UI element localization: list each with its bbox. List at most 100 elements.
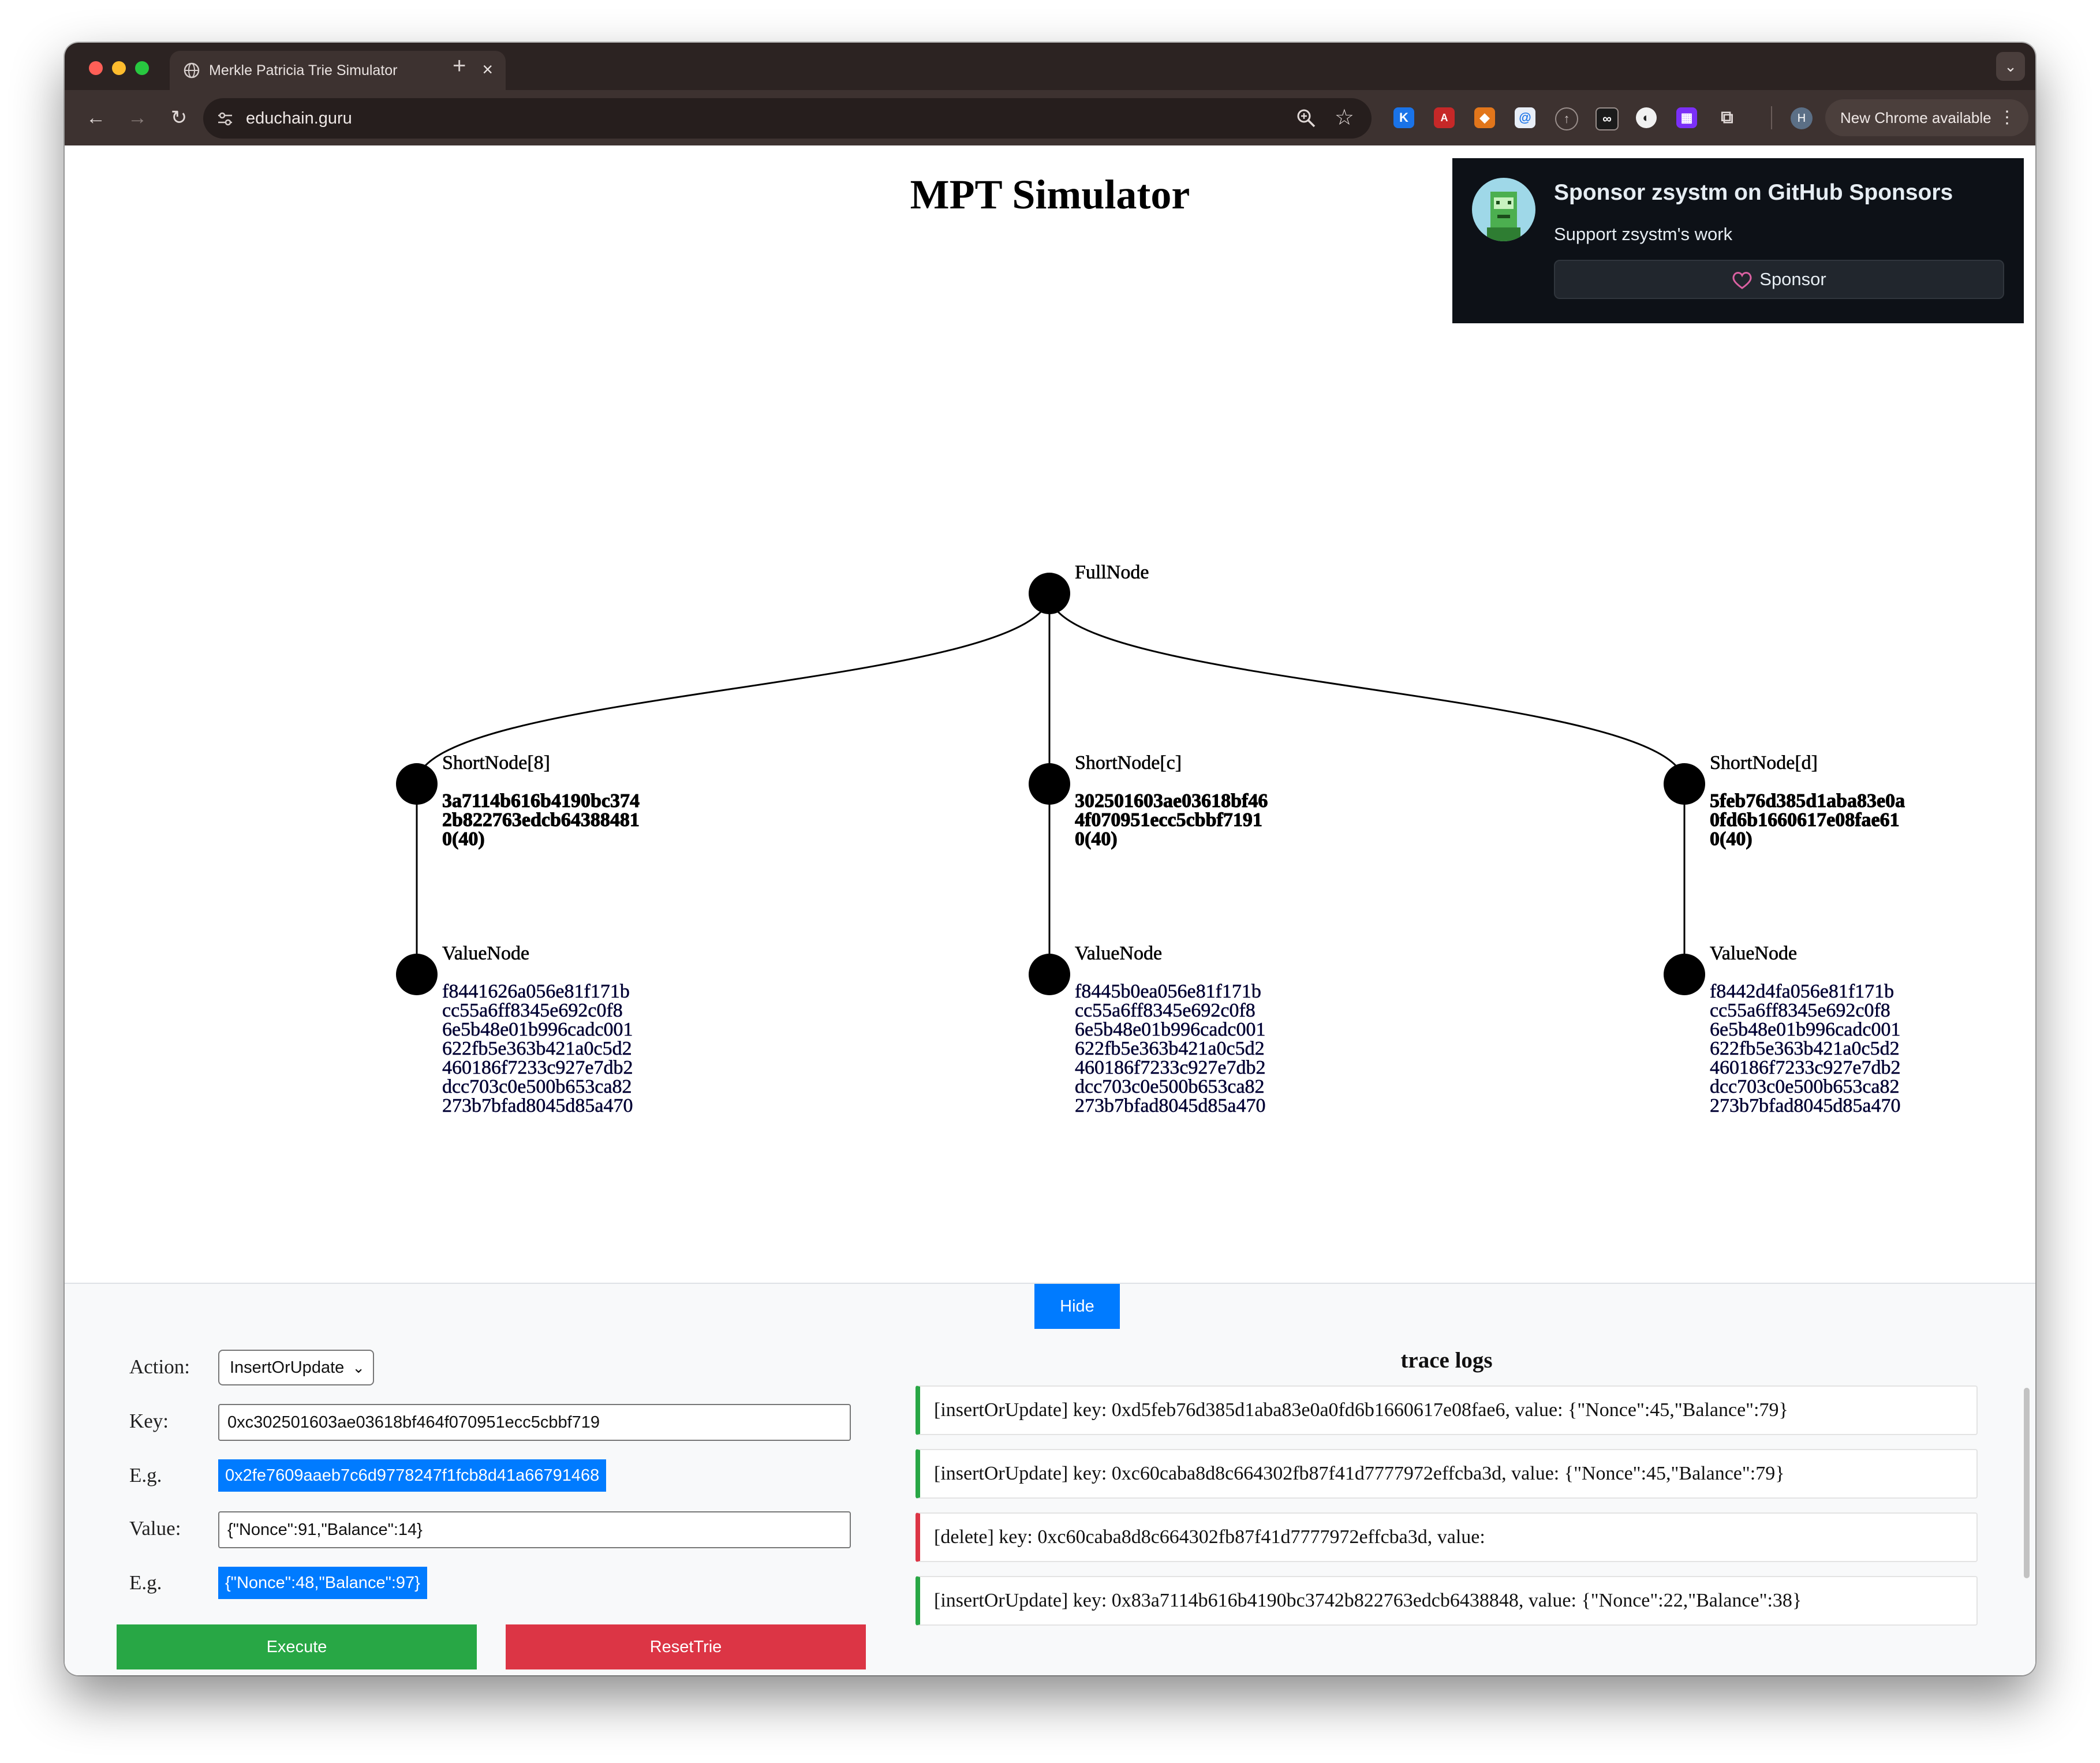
github-sponsor-widget: Sponsor zsystm on GitHub Sponsors Suppor… bbox=[1452, 158, 2024, 323]
chrome-update-button[interactable]: New Chrome available ⋮ bbox=[1825, 99, 2028, 136]
valuenode-circle bbox=[1029, 954, 1070, 995]
shortnode-key-line: 0(40) bbox=[442, 828, 485, 850]
key-example-label: E.g. bbox=[129, 1464, 162, 1486]
shortnode-key-line: 0fd6b1660617e08fae61 bbox=[1710, 809, 1900, 831]
shortnode-label: ShortNode[d] bbox=[1710, 752, 1818, 774]
sponsor-title: Sponsor zsystm on GitHub Sponsors bbox=[1554, 180, 1953, 205]
valuenode-data-line: 6e5b48e01b996cadc001 bbox=[1075, 1019, 1265, 1040]
back-icon[interactable]: ← bbox=[83, 105, 109, 130]
key-label: Key: bbox=[129, 1410, 169, 1432]
valuenode-data-line: cc55a6ff8345e692c0f8 bbox=[1710, 1000, 1890, 1021]
address-bar[interactable]: educhain.guru ☆ bbox=[203, 98, 1372, 139]
hide-button[interactable]: Hide bbox=[1034, 1284, 1120, 1329]
extension-glasses-icon[interactable]: ∞ bbox=[1595, 107, 1619, 130]
valuenode-data-line: cc55a6ff8345e692c0f8 bbox=[1075, 1000, 1255, 1021]
maximize-window-button[interactable] bbox=[135, 61, 149, 75]
value-example-chip[interactable]: {"Nonce":48,"Balance":97} bbox=[218, 1567, 427, 1599]
log-entry: [insertOrUpdate] key: 0xd5feb76d385d1aba… bbox=[916, 1385, 1978, 1435]
valuenode-data-line: f8442d4fa056e81f171b bbox=[1710, 981, 1894, 1002]
close-window-button[interactable] bbox=[89, 61, 103, 75]
extension-globe-icon[interactable]: @ bbox=[1515, 107, 1535, 128]
shortnode-label: ShortNode[8] bbox=[442, 752, 550, 774]
zoom-icon[interactable] bbox=[1295, 107, 1317, 129]
tab-search-button[interactable]: ⌄ bbox=[1996, 52, 2025, 81]
sponsor-subtitle: Support zsystm's work bbox=[1554, 224, 1733, 244]
valuenode-label: ValueNode bbox=[1075, 943, 1162, 964]
control-panel: Hide Action: InsertOrUpdate ⌄ Key: 0xc30… bbox=[65, 1283, 2035, 1675]
extension-circle-icon[interactable]: ↑ bbox=[1555, 107, 1578, 130]
pixel-avatar-icon bbox=[1472, 178, 1535, 241]
browser-toolbar: ← → ↻ educhain.guru ☆ K A ◆ @ ↑ ∞ ◐ ▦ ⧉ … bbox=[65, 90, 2035, 145]
chevron-down-icon: ⌄ bbox=[352, 1359, 365, 1376]
valuenode-label: ValueNode bbox=[442, 943, 529, 964]
valuenode-data-line: 273b7bfad8045d85a470 bbox=[442, 1095, 633, 1116]
sponsor-button-label: Sponsor bbox=[1759, 269, 1826, 289]
value-label: Value: bbox=[129, 1517, 181, 1540]
valuenode-data-line: f8445b0ea056e81f171b bbox=[1075, 981, 1261, 1002]
shortnode-key-line: 302501603ae03618bf46 bbox=[1075, 790, 1268, 812]
action-select[interactable]: InsertOrUpdate ⌄ bbox=[218, 1350, 374, 1385]
valuenode-circle bbox=[1664, 954, 1705, 995]
valuenode-data-line: 273b7bfad8045d85a470 bbox=[1075, 1095, 1266, 1116]
tab-strip: Merkle Patricia Trie Simulator × + ⌄ bbox=[65, 43, 2035, 90]
extension-white-circle-icon[interactable]: ◐ bbox=[1636, 107, 1657, 128]
browser-window: Merkle Patricia Trie Simulator × + ⌄ ← →… bbox=[65, 43, 2035, 1675]
forward-icon[interactable]: → bbox=[125, 105, 150, 130]
metamask-extension-icon[interactable]: ◆ bbox=[1474, 107, 1495, 128]
shortnode-key-line: 0(40) bbox=[1075, 828, 1118, 850]
value-example-label: E.g. bbox=[129, 1571, 162, 1594]
extension-pdf-icon[interactable]: A bbox=[1434, 107, 1455, 128]
log-entry: [insertOrUpdate] key: 0x83a7114b616b4190… bbox=[916, 1576, 1978, 1626]
update-label: New Chrome available bbox=[1840, 109, 1991, 126]
reload-icon[interactable]: ↻ bbox=[166, 105, 192, 130]
action-label: Action: bbox=[129, 1355, 190, 1378]
key-example-chip[interactable]: 0x2fe7609aaeb7c6d9778247f1fcb8d41a667914… bbox=[218, 1459, 607, 1492]
minimize-window-button[interactable] bbox=[112, 61, 126, 75]
valuenode-data-line: 622fb5e363b421a0c5d2 bbox=[442, 1038, 632, 1059]
value-input[interactable]: {"Nonce":91,"Balance":14} bbox=[218, 1511, 851, 1548]
valuenode-data-line: 6e5b48e01b996cadc001 bbox=[1710, 1019, 1900, 1040]
execute-button[interactable]: Execute bbox=[117, 1624, 477, 1669]
valuenode-data-line: f8441626a056e81f171b bbox=[442, 981, 630, 1002]
shortnode-key-line: 5feb76d385d1aba83e0a bbox=[1710, 790, 1905, 812]
valuenode-data-line: 460186f7233c927e7db2 bbox=[1710, 1057, 1901, 1078]
valuenode-data-line: 460186f7233c927e7db2 bbox=[1075, 1057, 1266, 1078]
site-settings-icon[interactable] bbox=[216, 110, 234, 128]
shortnode-key-line: 0(40) bbox=[1710, 828, 1753, 850]
heart-icon bbox=[1732, 271, 1752, 289]
key-input[interactable]: 0xc302501603ae03618bf464f070951ecc5cbbf7… bbox=[218, 1404, 851, 1441]
shortnode-key-line: 2b822763edcb64388481 bbox=[442, 809, 640, 831]
shortnode-circle bbox=[396, 763, 438, 805]
globe-icon bbox=[184, 62, 200, 79]
extension-k-icon[interactable]: K bbox=[1393, 107, 1414, 128]
valuenode-data-line: dcc703c0e500b653ca82 bbox=[442, 1076, 632, 1097]
shortnode-circle bbox=[1664, 763, 1705, 805]
log-entry: [delete] key: 0xc60caba8d8c664302fb87f41… bbox=[916, 1512, 1978, 1562]
more-menu-icon[interactable]: ⋮ bbox=[1998, 99, 2016, 136]
log-scrollbar[interactable] bbox=[2024, 1388, 2030, 1578]
reset-trie-button[interactable]: ResetTrie bbox=[506, 1624, 866, 1669]
profile-avatar[interactable]: H bbox=[1791, 107, 1813, 129]
page-content: FullNode ShortNode[8] 3a7114b616b4190bc374… bbox=[65, 145, 2035, 1675]
valuenode-label: ValueNode bbox=[1710, 943, 1797, 964]
valuenode-data-line: 622fb5e363b421a0c5d2 bbox=[1710, 1038, 1900, 1059]
valuenode-data-line: cc55a6ff8345e692c0f8 bbox=[442, 1000, 623, 1021]
trace-log-list[interactable]: [insertOrUpdate] key: 0xd5feb76d385d1aba… bbox=[916, 1385, 1978, 1639]
trace-logs-title: trace logs bbox=[1400, 1348, 1493, 1373]
valuenode-data-line: 6e5b48e01b996cadc001 bbox=[442, 1019, 633, 1040]
new-tab-button[interactable]: + bbox=[453, 53, 466, 79]
shortnode-key-line: 3a7114b616b4190bc374 bbox=[442, 790, 640, 812]
close-tab-icon[interactable]: × bbox=[482, 59, 493, 80]
valuenode-circle bbox=[396, 954, 438, 995]
shortnode-label: ShortNode[c] bbox=[1075, 752, 1182, 774]
bookmark-star-icon[interactable]: ☆ bbox=[1335, 104, 1354, 130]
extensions-puzzle-icon[interactable]: ⧉ bbox=[1717, 107, 1737, 128]
extension-grid-icon[interactable]: ▦ bbox=[1676, 107, 1697, 128]
valuenode-data-line: 460186f7233c927e7db2 bbox=[442, 1057, 633, 1078]
log-entry: [insertOrUpdate] key: 0xc60caba8d8c66430… bbox=[916, 1449, 1978, 1499]
sponsor-button[interactable]: Sponsor bbox=[1554, 260, 2004, 299]
shortnode-circle bbox=[1029, 763, 1070, 805]
valuenode-data-line: dcc703c0e500b653ca82 bbox=[1710, 1076, 1900, 1097]
toolbar-divider bbox=[1771, 106, 1772, 129]
valuenode-data-line: 622fb5e363b421a0c5d2 bbox=[1075, 1038, 1265, 1059]
